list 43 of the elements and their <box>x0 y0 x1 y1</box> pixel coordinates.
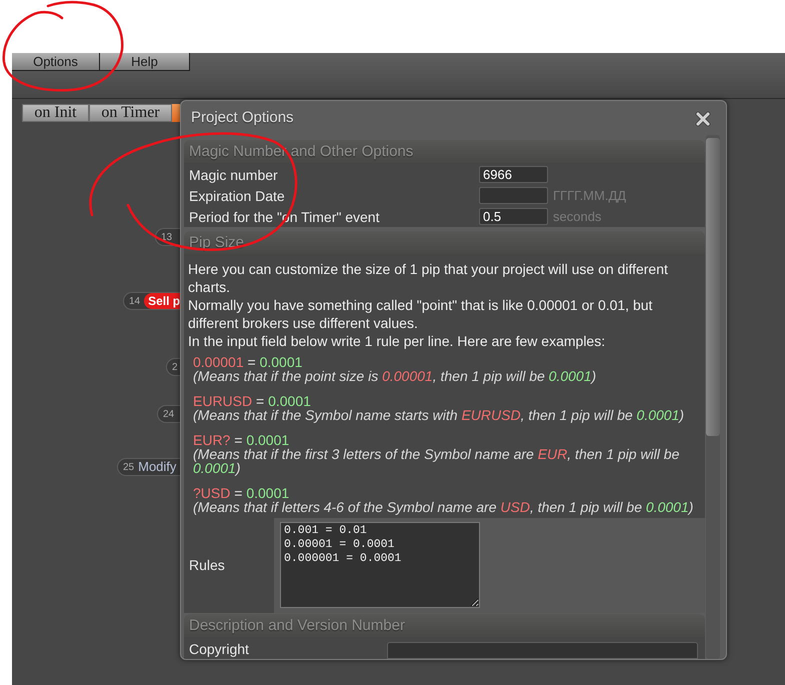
scrollbar[interactable] <box>706 135 720 659</box>
node-pill[interactable]: 2 <box>166 358 180 376</box>
tab[interactable]: on Init <box>22 104 89 122</box>
rule-example: EURUSD = 0.0001 <box>193 394 311 408</box>
tab[interactable]: on Timer <box>89 104 172 122</box>
dialog-title: Project Options <box>191 108 294 128</box>
field-label: Expiration Date <box>188 186 286 204</box>
rule-explanation: (Means that if the point size is 0.00001, then 1 pip will be 0.0001) <box>193 369 598 383</box>
rule-explanation: (Means that if the first 3 letters of the Symbol name are EUR, then 1 pip will be 0.0001) <box>193 447 680 475</box>
input-field[interactable] <box>387 642 698 659</box>
input-field[interactable] <box>479 187 548 204</box>
rule-explanation: (Means that if the Symbol name starts with EURUSD, then 1 pip will be 0.0001) <box>193 408 686 422</box>
tab-edge <box>172 104 180 122</box>
field-label: Copyright <box>188 640 250 658</box>
menu-button[interactable]: Help <box>100 53 190 71</box>
intro-text: Normally you have something called "point" that is like 0.00001 or 0.01, but different brokers use different values. <box>188 296 654 332</box>
node-number: 24 <box>163 408 174 422</box>
node-number: 13 <box>161 230 172 244</box>
rules-textarea[interactable]: 0.001 = 0.01 0.00001 = 0.0001 0.000001 = 0.0001 <box>280 522 480 608</box>
section-header: Magic Number and Other Options <box>184 140 705 163</box>
scrollbar-thumb[interactable] <box>706 138 720 436</box>
intro-text: In the input field below write 1 rule per line. Here are few examples: <box>188 332 606 350</box>
input-field[interactable]: 0.5 <box>479 208 548 225</box>
node-label: Modify <box>138 459 176 475</box>
node-label: Sell p <box>144 293 180 309</box>
node-pill[interactable]: 24 <box>157 405 180 423</box>
field-label: Rules <box>184 518 274 613</box>
node-pill[interactable]: 14 Sell p <box>123 292 180 310</box>
input-field[interactable]: 6966 <box>479 166 548 183</box>
intro-text: Here you can customize the size of 1 pip that your project will use on different charts. <box>188 260 669 296</box>
close-button[interactable] <box>695 111 711 127</box>
rule-example: EUR? = 0.0001 <box>193 433 290 447</box>
close-icon <box>695 111 711 127</box>
rule-example: ?USD = 0.0001 <box>193 486 290 500</box>
field-label: Magic number <box>188 166 279 184</box>
menu-button[interactable]: Options <box>12 53 100 71</box>
rule-explanation: (Means that if letters 4-6 of the Symbol name are USD, then 1 pip will be 0.0001) <box>193 500 694 514</box>
node-number: 25 <box>123 460 134 474</box>
node-number: 14 <box>129 294 140 308</box>
node-number: 2 <box>172 360 178 374</box>
section-header: Description and Version Number <box>184 614 705 637</box>
rule-example: 0.00001 = 0.0001 <box>193 355 302 369</box>
node-pill[interactable]: 25 Modify <box>117 458 180 476</box>
